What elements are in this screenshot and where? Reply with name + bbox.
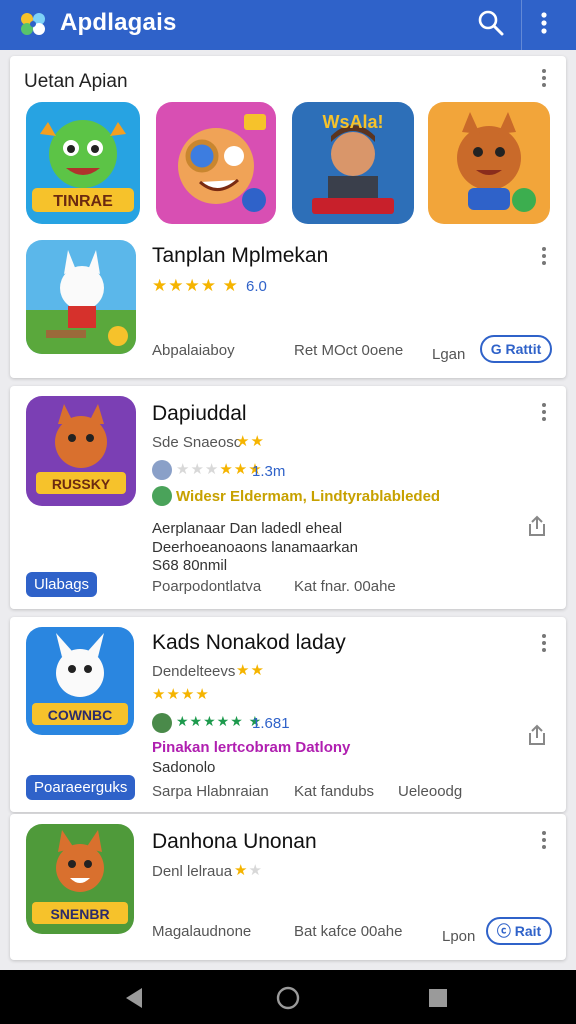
- app-title: Dapiuddal: [152, 402, 247, 425]
- app-more-icon[interactable]: [536, 828, 552, 852]
- app-icon-aviator[interactable]: [156, 102, 276, 224]
- category-tag[interactable]: Ulabags: [26, 572, 98, 597]
- featured-app-icon[interactable]: [26, 240, 136, 354]
- back-triangle-icon[interactable]: [120, 984, 148, 1012]
- app-description-line: Sadonolo: [152, 759, 216, 776]
- app-highlight: Widesr Eldermam, Lindtyrablableded: [176, 488, 441, 505]
- app-card: COWNBC Kads Nonakod laday Dendelteevs ★★…: [10, 617, 566, 812]
- app-subtitle: Dendelteevs: [152, 663, 236, 680]
- app-description-line: Aerplanaar Dan ladedl eheal: [152, 520, 343, 537]
- app-meta-right: Ueleoodg: [398, 783, 463, 800]
- app-icon-hero[interactable]: WsAla!: [292, 102, 414, 224]
- category-tag[interactable]: Poaraeerguks: [26, 775, 136, 800]
- search-icon[interactable]: [476, 8, 506, 38]
- section-more-icon[interactable]: [536, 66, 552, 90]
- app-bar: Apdlagais: [0, 0, 576, 50]
- app-icon-sneaker-fox[interactable]: SNENBR: [26, 824, 134, 934]
- app-subtitle: Sde Snaeosc: [152, 434, 242, 451]
- featured-action-button[interactable]: G Rattit: [480, 335, 552, 363]
- app-subtitle: Denl lelraua: [152, 863, 233, 880]
- app-meta-left: Sarpa Hlabnraian: [152, 783, 269, 800]
- svg-text:TINRAE: TINRAE: [53, 193, 113, 210]
- app-subtitle-stars: ★★: [234, 862, 263, 879]
- section-title: Uetan Apian: [24, 71, 128, 92]
- petals-logo-icon[interactable]: [18, 11, 48, 37]
- app-card: SNENBR Danhona Unonan Denl lelraua ★★ Ma…: [10, 814, 566, 960]
- featured-meta-mid: Ret MOct 0oene: [294, 342, 404, 359]
- app-title: Kads Nonakod laday: [152, 631, 346, 654]
- app-green-stars: ★★★★★ ★: [176, 713, 263, 729]
- app-meta-mid: Kat fnar. 00ahe: [294, 578, 396, 595]
- more-vert-icon[interactable]: [533, 9, 555, 39]
- app-action-button[interactable]: ⓒ Rait: [486, 917, 552, 945]
- svg-text:COWNBC: COWNBC: [48, 707, 113, 723]
- share-icon[interactable]: [526, 514, 548, 538]
- app-icon-bunny[interactable]: COWNBC: [26, 627, 134, 735]
- avatar: [152, 486, 172, 506]
- system-nav-bar: [0, 970, 576, 1024]
- app-meta-right: Lpon: [442, 928, 476, 945]
- app-subtitle-stars: ★★: [236, 433, 265, 450]
- app-description-line: S68 80nmil: [152, 557, 228, 574]
- featured-rating-value: 6.0: [246, 278, 267, 295]
- share-icon[interactable]: [526, 723, 548, 747]
- featured-meta-left: Abpalaiaboy: [152, 342, 235, 359]
- svg-text:RUSSKY: RUSSKY: [52, 476, 111, 492]
- featured-section-card: Uetan Apian TINRAE WsAla! Tanplan Mplmek…: [10, 56, 566, 378]
- app-more-icon[interactable]: [536, 400, 552, 424]
- app-bar-divider: [521, 0, 522, 50]
- app-meta-mid: Kat fandubs: [294, 783, 375, 800]
- svg-text:SNENBR: SNENBR: [50, 906, 109, 922]
- app-rating-stars: ★★★★★★: [176, 461, 263, 478]
- avatar: [152, 460, 172, 480]
- app-icon-monster[interactable]: TINRAE: [26, 102, 140, 224]
- featured-meta-right: Lgan: [432, 346, 466, 363]
- app-description-line: Deerhoeanoaons lanamaarkan: [152, 539, 358, 556]
- featured-app-title: Tanplan Mplmekan: [152, 244, 329, 267]
- app-highlight: Pinakan lertcobram Datlony: [152, 739, 351, 756]
- app-card: RUSSKY Dapiuddal Sde Snaeosc ★★ ★★★★★★ 1…: [10, 386, 566, 609]
- app-meta-left: Poarpodontlatva: [152, 578, 262, 595]
- featured-rating-stars: ★★★★ ★: [152, 276, 239, 295]
- app-icon-fox-rally[interactable]: RUSSKY: [26, 396, 136, 506]
- app-meta-mid: Bat kafce 00ahe: [294, 923, 403, 940]
- app-title: Apdlagais: [60, 9, 177, 36]
- avatar: [152, 713, 172, 733]
- app-meta-left: Magalaudnone: [152, 923, 252, 940]
- app-more-icon[interactable]: [536, 631, 552, 655]
- app-rating-value: 1.681: [252, 715, 290, 732]
- featured-more-icon[interactable]: [536, 244, 552, 268]
- app-rating-value: 1.3m: [252, 463, 286, 480]
- svg-text:WsAla!: WsAla!: [322, 112, 383, 132]
- home-circle-icon[interactable]: [274, 984, 302, 1012]
- app-rating-stars: ★★★★: [152, 686, 210, 703]
- app-subtitle-stars: ★★: [236, 662, 265, 679]
- recents-square-icon[interactable]: [424, 984, 452, 1012]
- app-icon-fox-runner[interactable]: [428, 102, 550, 224]
- app-title: Danhona Unonan: [152, 830, 317, 853]
